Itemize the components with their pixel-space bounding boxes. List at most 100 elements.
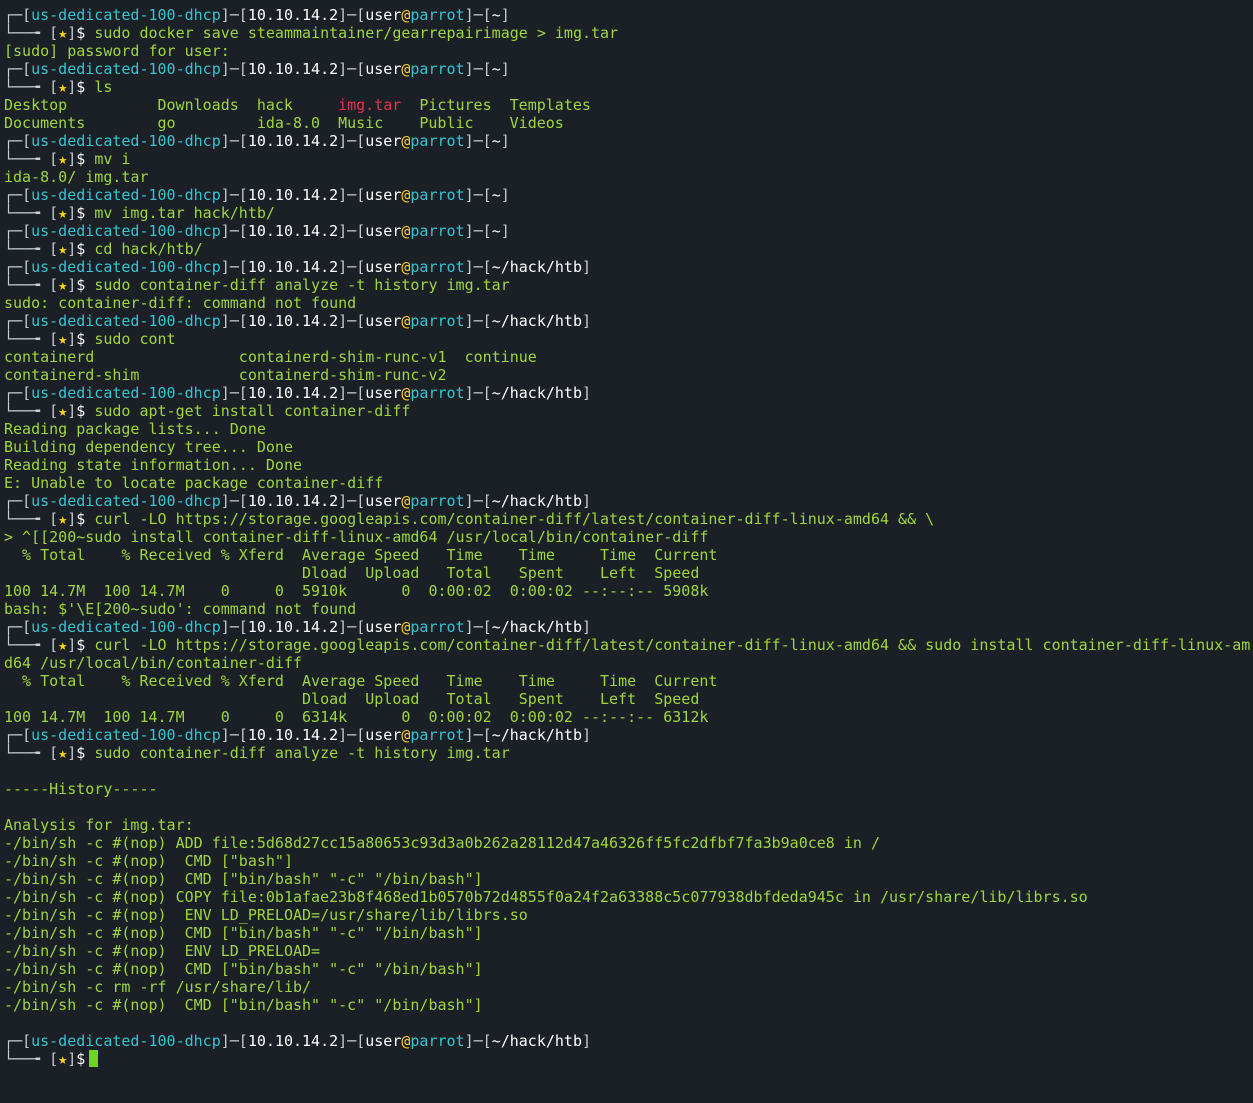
output-text: -/bin/sh -c #(nop) ENV LD_PRELOAD= <box>4 942 321 960</box>
prompt-bracket: ] <box>582 312 592 330</box>
command-line: └──╼ [★]$ mv i <box>4 150 1253 168</box>
prompt-machine: parrot <box>410 1032 465 1050</box>
prompt-bracket: ] <box>67 150 77 168</box>
star-icon: ★ <box>58 636 68 654</box>
prompt-path: ~/hack/htb <box>491 726 582 744</box>
prompt-machine: parrot <box>410 222 465 240</box>
command-space <box>85 24 94 42</box>
prompt-bracket: ]─[ <box>220 492 248 510</box>
prompt-bracket: ]─[ <box>338 222 366 240</box>
output-line: containerd containerd-shim-runc-v1 conti… <box>4 348 1253 366</box>
command-text: mv i <box>94 150 131 168</box>
prompt-bracket: ]─[ <box>464 6 492 24</box>
prompt-frame: └──╼ <box>4 276 50 294</box>
prompt-ip: 10.10.14.2 <box>247 312 339 330</box>
prompt-frame: └──╼ <box>4 330 50 348</box>
prompt-dollar: $ <box>76 402 86 420</box>
prompt-frame: └──╼ <box>4 636 50 654</box>
ls-item: Templates <box>509 96 591 114</box>
output-text: -/bin/sh -c #(nop) CMD ["bin/bash" "-c" … <box>4 924 483 942</box>
terminal-window[interactable]: ┌─[us-dedicated-100-dhcp]─[10.10.14.2]─[… <box>0 0 1253 1103</box>
output-text: [sudo] password for user: <box>4 42 230 60</box>
prompt-host: us-dedicated-100-dhcp <box>31 384 221 402</box>
prompt-ip: 10.10.14.2 <box>247 258 339 276</box>
prompt-frame: ┌─ <box>4 132 23 150</box>
prompt-frame: └──╼ <box>4 744 50 762</box>
prompt-bracket: ] <box>500 6 510 24</box>
command-space <box>85 240 94 258</box>
output-line: -/bin/sh -c #(nop) CMD ["bin/bash" "-c" … <box>4 960 1253 978</box>
output-text: -/bin/sh -c #(nop) CMD ["bin/bash" "-c" … <box>4 960 483 978</box>
prompt-user: user <box>365 132 402 150</box>
ls-item: img.tar <box>338 96 402 114</box>
prompt-bracket: ]─[ <box>464 492 492 510</box>
output-line: 100 14.7M 100 14.7M 0 0 6314k 0 0:00:02 … <box>4 708 1253 726</box>
prompt-bracket: ]─[ <box>220 6 248 24</box>
prompt-machine: parrot <box>410 60 465 78</box>
prompt-line: ┌─[us-dedicated-100-dhcp]─[10.10.14.2]─[… <box>4 384 1253 402</box>
output-text: E: Unable to locate package container-di… <box>4 474 384 492</box>
prompt-bracket: [ <box>22 186 32 204</box>
output-line: sudo: container-diff: command not found <box>4 294 1253 312</box>
prompt-bracket: ]─[ <box>220 1032 248 1050</box>
output-text: -/bin/sh -c #(nop) ADD file:5d68d27cc15a… <box>4 834 890 852</box>
output-text: Building dependency tree... Done <box>4 438 293 456</box>
star-icon: ★ <box>58 402 68 420</box>
prompt-dollar: $ <box>76 744 86 762</box>
prompt-bracket: ]─[ <box>464 384 492 402</box>
output-text: % Total % Received % Xferd Average Speed… <box>4 546 718 564</box>
prompt-frame: ┌─ <box>4 384 23 402</box>
star-icon: ★ <box>58 276 68 294</box>
command-space <box>85 78 94 96</box>
ls-item: Downloads <box>157 96 239 114</box>
prompt-dollar: $ <box>76 636 86 654</box>
ls-item: hack <box>256 96 293 114</box>
command-line: └──╼ [★]$ mv img.tar hack/htb/ <box>4 204 1253 222</box>
output-line: -/bin/sh -c #(nop) CMD ["bin/bash" "-c" … <box>4 870 1253 888</box>
prompt-dollar: $ <box>76 24 86 42</box>
prompt-frame: ┌─ <box>4 312 23 330</box>
star-icon: ★ <box>58 24 68 42</box>
prompt-bracket: [ <box>22 492 32 510</box>
prompt-bracket: ] <box>67 204 77 222</box>
prompt-bracket: [ <box>22 222 32 240</box>
prompt-dollar: $ <box>76 1050 86 1068</box>
output-line: d64 /usr/local/bin/container-diff <box>4 654 1253 672</box>
output-line: -----History----- <box>4 780 1253 798</box>
terminal-cursor[interactable] <box>89 1050 99 1067</box>
prompt-bracket: ] <box>500 186 510 204</box>
prompt-frame: ┌─ <box>4 618 23 636</box>
prompt-frame: ┌─ <box>4 1032 23 1050</box>
star-icon: ★ <box>58 204 68 222</box>
prompt-bracket: ]─[ <box>338 726 366 744</box>
output-text: % Total % Received % Xferd Average Speed… <box>4 672 718 690</box>
output-text: -----History----- <box>4 780 158 798</box>
prompt-bracket: ] <box>582 726 592 744</box>
prompt-machine: parrot <box>410 492 465 510</box>
prompt-bracket: ]─[ <box>464 1032 492 1050</box>
prompt-bracket: ]─[ <box>464 132 492 150</box>
prompt-host: us-dedicated-100-dhcp <box>31 60 221 78</box>
ls-item: go <box>157 114 176 132</box>
command-line: └──╼ [★]$ sudo container-diff analyze -t… <box>4 276 1253 294</box>
prompt-host: us-dedicated-100-dhcp <box>31 1032 221 1050</box>
prompt-dollar: $ <box>76 150 86 168</box>
prompt-bracket: ]─[ <box>220 132 248 150</box>
prompt-machine: parrot <box>410 312 465 330</box>
prompt-bracket: ] <box>582 384 592 402</box>
prompt-line: ┌─[us-dedicated-100-dhcp]─[10.10.14.2]─[… <box>4 1032 1253 1050</box>
prompt-bracket: ]─[ <box>464 60 492 78</box>
prompt-path: ~ <box>491 6 501 24</box>
ls-item: Documents <box>4 114 86 132</box>
prompt-machine: parrot <box>410 618 465 636</box>
prompt-bracket: [ <box>49 78 59 96</box>
prompt-bracket: ] <box>582 618 592 636</box>
command-text: sudo cont <box>94 330 176 348</box>
prompt-ip: 10.10.14.2 <box>247 60 339 78</box>
ls-item: Desktop <box>4 96 68 114</box>
prompt-bracket: [ <box>22 384 32 402</box>
command-line: └──╼ [★]$ curl -LO https://storage.googl… <box>4 510 1253 528</box>
ls-item: ida-8.0 <box>256 114 321 132</box>
